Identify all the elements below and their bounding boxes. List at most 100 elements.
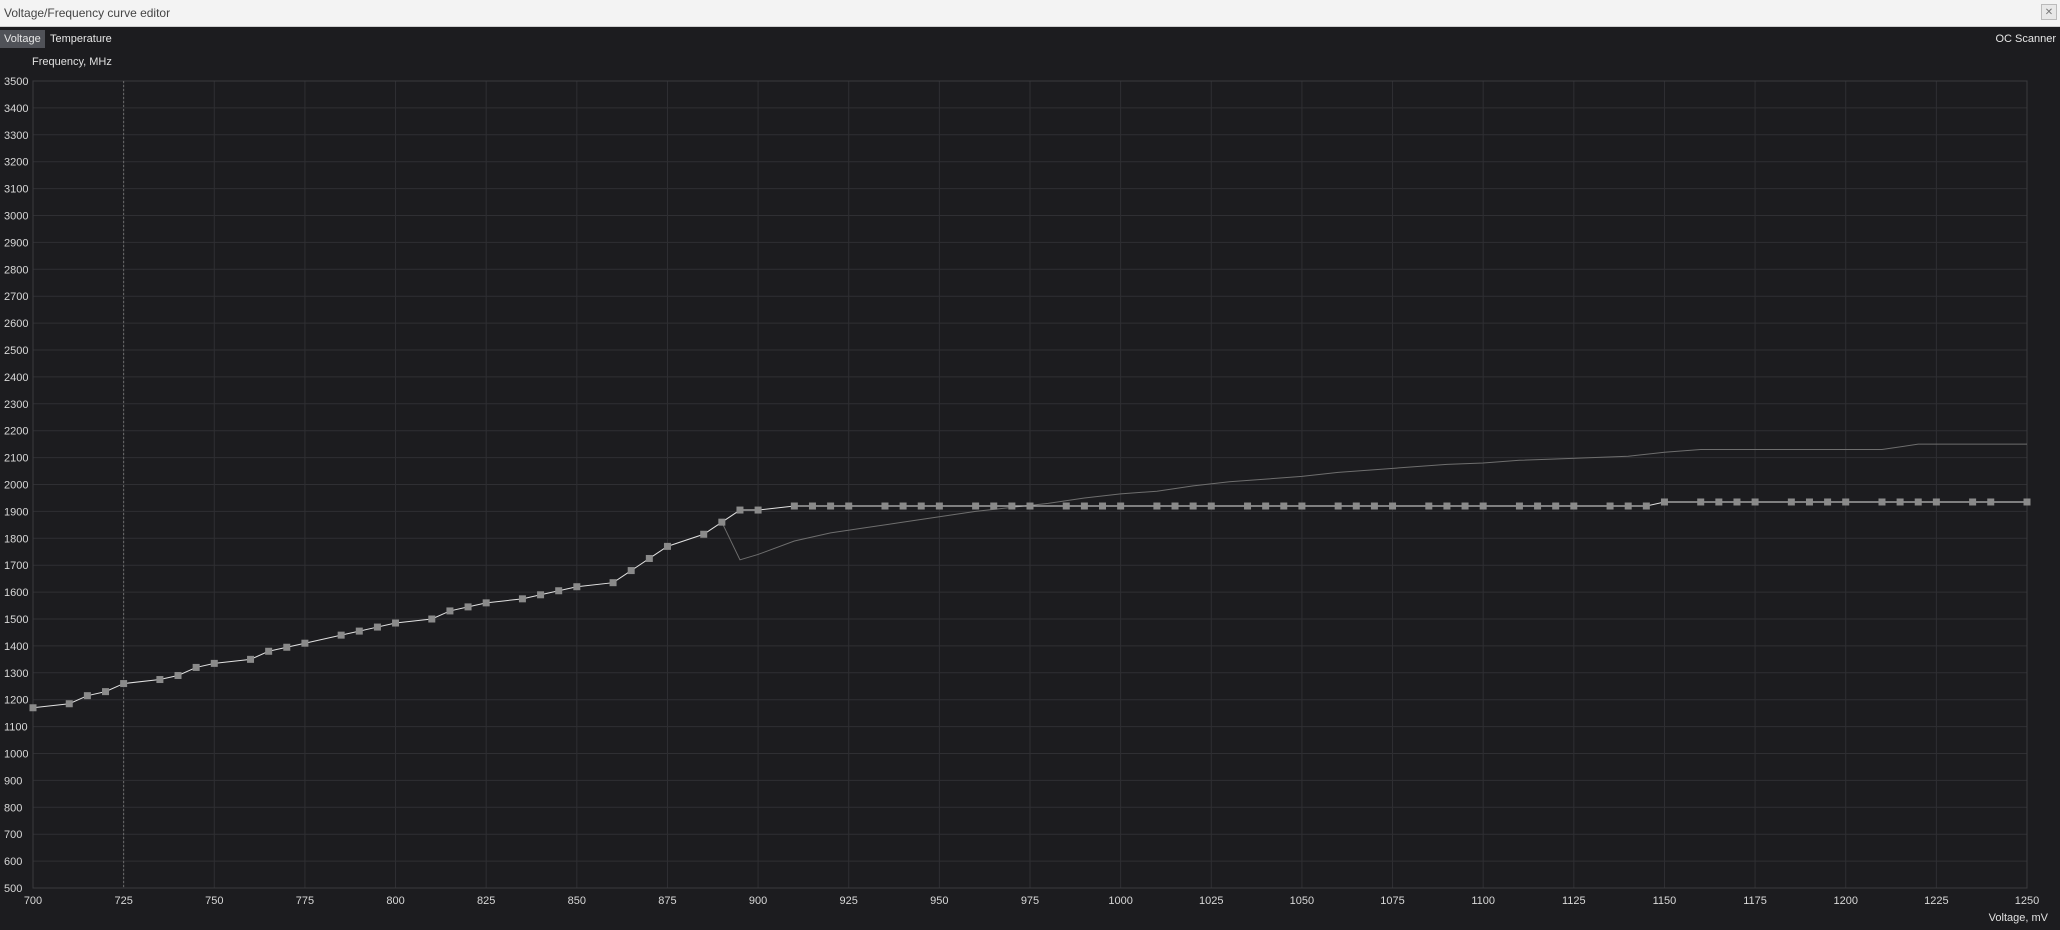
curve-point [1515,502,1523,510]
curve-point [247,655,255,663]
curve-point [645,554,653,562]
x-tick-label: 1025 [1199,895,1223,907]
y-tick-label: 1900 [4,506,28,518]
x-tick-label: 1200 [1833,895,1857,907]
curve-point [1207,502,1215,510]
curve-point [1425,502,1433,510]
x-tick-label: 1225 [1924,895,1948,907]
curve-point [1389,502,1397,510]
curve-point [899,502,907,510]
curve-point [1171,502,1179,510]
curve-point [120,680,128,688]
curve-point [1153,502,1161,510]
curve-point [446,607,454,615]
curve-point [990,502,998,510]
curve-point [1787,498,1795,506]
y-tick-label: 2000 [4,480,28,492]
curve-point [65,700,73,708]
curve-point [917,502,925,510]
curve-point [718,518,726,526]
y-tick-label: 1800 [4,533,28,545]
x-tick-label: 1075 [1380,895,1404,907]
curve-point [1969,498,1977,506]
curve-point [355,627,363,635]
curve-point [1987,498,1995,506]
curve-point [1534,502,1542,510]
curve-point [627,567,635,575]
curve-point [881,502,889,510]
y-tick-label: 1600 [4,587,28,599]
curve-point [464,603,472,611]
curve-point [482,599,490,607]
y-tick-label: 1500 [4,614,28,626]
x-tick-label: 1050 [1290,895,1314,907]
curve-point [1117,502,1125,510]
curve-point [700,530,708,538]
curve-point [555,587,563,595]
curve-point [29,704,37,712]
curve-point [1642,502,1650,510]
curve-point [1370,502,1378,510]
y-tick-label: 1400 [4,641,28,653]
y-tick-label: 2600 [4,318,28,330]
y-tick-label: 3500 [4,76,28,88]
x-axis-label: Voltage, mV [1988,912,2048,924]
y-tick-label: 700 [4,829,22,841]
y-tick-label: 1000 [4,749,28,761]
curve-point [754,506,762,514]
curve-point [1570,502,1578,510]
y-tick-label: 2300 [4,399,28,411]
curve-point [609,579,617,587]
curve-point [156,676,164,684]
x-tick-label: 1100 [1471,895,1495,907]
curve-point [1606,502,1614,510]
curve-point [518,595,526,603]
curve-point [1080,502,1088,510]
curve-point [1751,498,1759,506]
curve-point [1842,498,1850,506]
curve-point [1298,502,1306,510]
y-tick-label: 600 [4,856,22,868]
curve-point [1733,498,1741,506]
curve-point [845,502,853,510]
curve-point [808,502,816,510]
y-tick-label: 2500 [4,345,28,357]
y-tick-label: 3000 [4,211,28,223]
curve-point [1805,498,1813,506]
y-tick-label: 1700 [4,560,28,572]
y-tick-label: 2100 [4,453,28,465]
curve-point [192,663,200,671]
x-tick-label: 725 [114,895,132,907]
x-tick-label: 925 [840,895,858,907]
curve-point [1189,502,1197,510]
curve-point [1062,502,1070,510]
vf-curve-chart[interactable]: 500 600 700 800 900 1000 1100 1200 1300 1400 1500 1… [0,0,2060,930]
curve-point [1660,498,1668,506]
curve-point [265,647,273,655]
curve-point [301,639,309,647]
y-tick-label: 3400 [4,103,28,115]
y-tick-label: 2400 [4,372,28,384]
curve-point [972,502,980,510]
curve-point [1878,498,1886,506]
y-axis-label: Frequency, MHz [32,56,112,68]
x-tick-label: 850 [568,895,586,907]
curve-point [935,502,943,510]
curve-point [573,583,581,591]
curve-point [373,623,381,631]
curve-point [1352,502,1360,510]
curve-point [283,643,291,651]
curve-point [827,502,835,510]
x-tick-label: 875 [658,895,676,907]
x-tick-label: 825 [477,895,495,907]
y-tick-label: 3300 [4,130,28,142]
x-tick-label: 800 [386,895,404,907]
x-tick-label: 975 [1021,895,1039,907]
curve-point [83,692,91,700]
curve-point [1896,498,1904,506]
curve-point [337,631,345,639]
x-tick-label: 900 [749,895,767,907]
x-tick-label: 700 [24,895,42,907]
x-tick-label: 1175 [1743,895,1767,907]
x-tick-label: 775 [296,895,314,907]
